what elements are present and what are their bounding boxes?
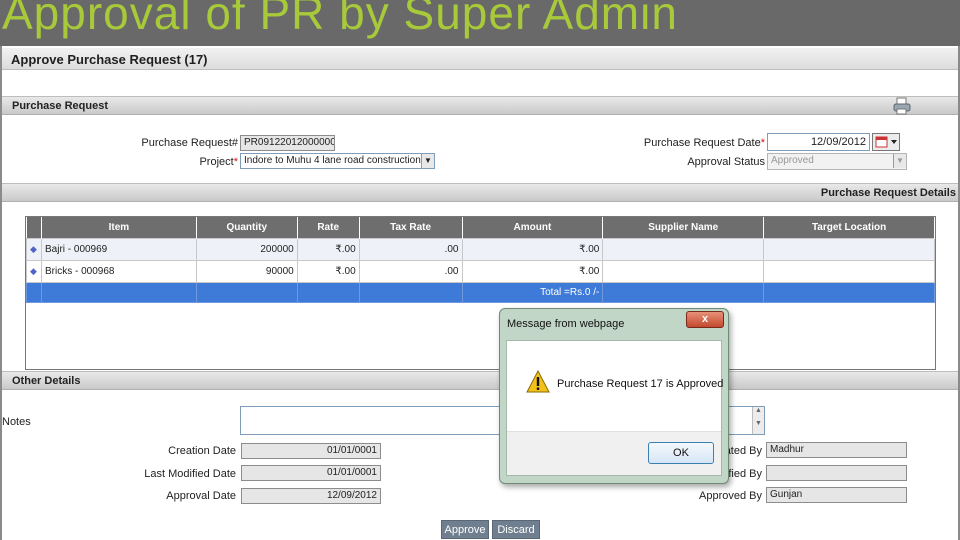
section-title: Purchase Request Details bbox=[820, 187, 956, 199]
cell-amount: ₹.00 bbox=[461, 237, 604, 261]
pr-number-field[interactable]: PR091220120000000 bbox=[240, 135, 335, 151]
total-amount: Total =Rs.0 /- bbox=[461, 281, 604, 303]
cell-amount: ₹.00 bbox=[461, 259, 604, 283]
approved-by-field: Gunjan bbox=[766, 487, 907, 503]
total-blank bbox=[602, 281, 765, 303]
col-header-amount[interactable]: Amount bbox=[462, 217, 604, 238]
dialog-body: Purchase Request 17 is Approved OK bbox=[506, 340, 724, 476]
created-by-field: Madhur bbox=[766, 442, 907, 458]
cell-item: Bajri - 000969 bbox=[40, 237, 197, 261]
creation-date-label: Creation Date bbox=[168, 445, 236, 457]
scroll-down-icon[interactable]: ▼ bbox=[753, 420, 764, 433]
cell-location bbox=[763, 237, 935, 261]
approved-by-label: Approved By bbox=[699, 490, 762, 502]
project-select-value: Indore to Muhu 4 lane road construction bbox=[244, 155, 421, 166]
approval-status-select[interactable]: Approved ▼ bbox=[767, 153, 907, 170]
section-pr-details: Purchase Request Details bbox=[2, 183, 958, 202]
page-title: Approve Purchase Request (17) bbox=[11, 52, 208, 67]
modified-date-field: 01/01/0001 bbox=[241, 465, 381, 481]
total-blank bbox=[763, 281, 935, 303]
scroll-up-icon[interactable]: ▲ bbox=[753, 407, 764, 420]
cell-location bbox=[763, 259, 935, 283]
pr-date-label: Purchase Request Date* bbox=[643, 137, 765, 149]
pr-number-label: Purchase Request# bbox=[141, 137, 238, 149]
project-select[interactable]: Indore to Muhu 4 lane road construction … bbox=[240, 153, 435, 169]
dialog-footer: OK bbox=[507, 431, 721, 475]
project-label: Project* bbox=[199, 156, 238, 168]
chevron-down-icon[interactable]: ▼ bbox=[893, 154, 906, 168]
total-blank bbox=[195, 281, 298, 303]
col-header-quantity[interactable]: Quantity bbox=[196, 217, 298, 238]
section-other-details: Other Details bbox=[2, 371, 958, 390]
modified-date-label: Last Modified Date bbox=[144, 468, 236, 480]
col-header-supplier[interactable]: Supplier Name bbox=[602, 217, 765, 238]
section-title: Other Details bbox=[12, 375, 81, 387]
cell-rate: ₹.00 bbox=[296, 259, 360, 283]
dialog-title: Message from webpage bbox=[507, 318, 625, 330]
slide-banner: Approval of PR by Super Admin bbox=[0, 0, 960, 46]
discard-button[interactable]: Discard bbox=[492, 520, 540, 539]
row-expand-icon[interactable]: ◆ bbox=[26, 259, 42, 283]
total-row: Total =Rs.0 /- bbox=[26, 281, 935, 303]
dialog-message: Purchase Request 17 is Approved bbox=[557, 378, 724, 390]
grid-header-blank bbox=[26, 217, 42, 238]
cell-supplier bbox=[602, 259, 765, 283]
creation-date-field: 01/01/0001 bbox=[241, 443, 381, 459]
print-icon[interactable] bbox=[893, 97, 911, 115]
modified-by-field bbox=[766, 465, 907, 481]
details-grid: Item Quantity Rate Tax Rate Amount Suppl… bbox=[25, 216, 936, 370]
cell-item: Bricks - 000968 bbox=[40, 259, 197, 283]
cell-tax-rate: .00 bbox=[358, 237, 463, 261]
col-header-tax-rate[interactable]: Tax Rate bbox=[359, 217, 463, 238]
approve-button[interactable]: Approve bbox=[441, 520, 489, 539]
total-blank bbox=[26, 281, 42, 303]
cell-quantity: 200000 bbox=[195, 237, 298, 261]
approval-date-field: 12/09/2012 bbox=[241, 488, 381, 504]
chevron-down-icon[interactable]: ▼ bbox=[421, 154, 434, 168]
col-header-location[interactable]: Target Location bbox=[763, 217, 935, 238]
cell-tax-rate: .00 bbox=[358, 259, 463, 283]
notes-scrollbar[interactable]: ▲ ▼ bbox=[752, 407, 764, 434]
page-header: Approve Purchase Request (17) bbox=[2, 48, 958, 70]
notes-label: Notes bbox=[2, 416, 31, 428]
close-icon[interactable]: x bbox=[686, 311, 724, 328]
grid-header-row: Item Quantity Rate Tax Rate Amount Suppl… bbox=[26, 217, 935, 238]
slide-title: Approval of PR by Super Admin bbox=[2, 0, 678, 39]
approval-status-value: Approved bbox=[771, 155, 814, 166]
warning-icon bbox=[526, 369, 550, 394]
cell-supplier bbox=[602, 237, 765, 261]
pr-date-field[interactable]: 12/09/2012 bbox=[767, 133, 870, 151]
table-row[interactable]: ◆ Bajri - 000969 200000 ₹.00 .00 ₹.00 bbox=[26, 237, 935, 261]
total-blank bbox=[358, 281, 463, 303]
cell-rate: ₹.00 bbox=[296, 237, 360, 261]
ok-button[interactable]: OK bbox=[648, 442, 714, 464]
calendar-icon[interactable] bbox=[872, 133, 900, 151]
message-dialog: Message from webpage x Purchase Request … bbox=[499, 308, 729, 484]
col-header-item[interactable]: Item bbox=[41, 217, 197, 238]
table-row[interactable]: ◆ Bricks - 000968 90000 ₹.00 .00 ₹.00 bbox=[26, 259, 935, 283]
total-blank bbox=[40, 281, 197, 303]
section-title: Purchase Request bbox=[12, 100, 108, 112]
cell-quantity: 90000 bbox=[195, 259, 298, 283]
col-header-rate[interactable]: Rate bbox=[297, 217, 360, 238]
row-expand-icon[interactable]: ◆ bbox=[26, 237, 42, 261]
total-blank bbox=[296, 281, 360, 303]
approval-status-label: Approval Status bbox=[687, 156, 765, 168]
section-purchase-request: Purchase Request bbox=[2, 96, 958, 115]
approval-date-label: Approval Date bbox=[166, 490, 236, 502]
